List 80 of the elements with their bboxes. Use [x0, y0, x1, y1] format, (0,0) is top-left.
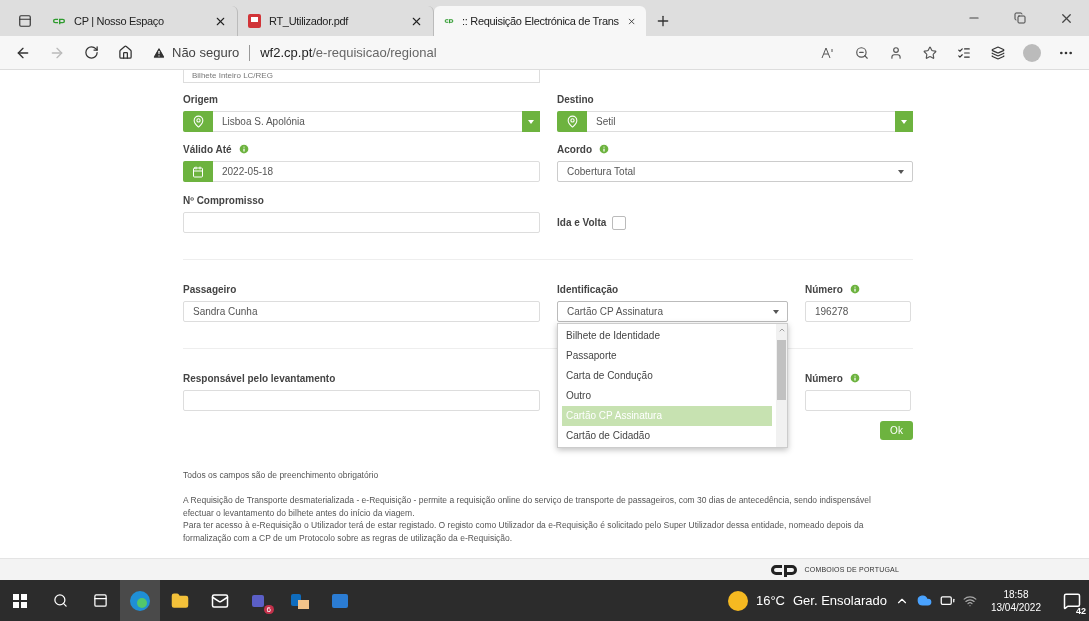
security-label: Não seguro	[172, 45, 240, 60]
info-icon[interactable]	[848, 372, 861, 384]
date-field[interactable]: 2022-05-18	[183, 161, 540, 182]
read-aloud-icon[interactable]	[821, 46, 835, 59]
caret-icon	[898, 169, 904, 174]
dropdown-option[interactable]: Passaporte	[562, 346, 772, 366]
field-label: Número	[805, 372, 843, 384]
person-icon[interactable]	[889, 45, 903, 60]
station-select[interactable]: Lisboa S. Apolónia	[183, 111, 540, 132]
windows-icon[interactable]	[13, 593, 27, 608]
dropdown-option[interactable]: Outro	[562, 386, 772, 406]
input-field[interactable]: 196278	[805, 301, 911, 322]
info-icon[interactable]	[848, 283, 861, 295]
logo-icon	[444, 17, 454, 25]
favorites-icon[interactable]	[957, 45, 971, 60]
caret-icon	[528, 119, 534, 124]
zoom-out-icon[interactable]	[855, 45, 869, 60]
clock[interactable]: 18:58 13/04/2022	[990, 587, 1041, 614]
agreement-select[interactable]: Cobertura Total	[557, 161, 913, 182]
field-label: Passageiro	[183, 283, 237, 295]
mail-icon[interactable]	[211, 591, 229, 610]
url-text: wf2.cp.pt/e-requisicao/regional	[260, 45, 437, 60]
id-type-select[interactable]: Cartão CP Assinatura	[557, 301, 788, 322]
info-icon[interactable]	[598, 143, 610, 155]
cloud-icon[interactable]	[916, 593, 932, 608]
tab-actions-icon[interactable]	[18, 14, 32, 28]
warning-icon	[152, 45, 166, 60]
input-field[interactable]	[805, 390, 911, 411]
map-pin-icon	[565, 115, 579, 128]
notification-badge: 6	[263, 605, 274, 614]
battery-icon[interactable]	[939, 593, 955, 608]
browser-icon[interactable]	[129, 589, 151, 612]
notification-count: 42	[1076, 605, 1086, 616]
word-icon[interactable]	[331, 591, 349, 610]
dropdown-option[interactable]: Cartão de Cidadão	[562, 426, 772, 446]
field-label: Responsável pelo levantamento	[183, 372, 336, 384]
star-icon[interactable]	[923, 45, 937, 60]
field-label: Ida e Volta	[557, 217, 607, 228]
dropdown-option[interactable]: Carta de Condução	[562, 366, 772, 386]
caret-icon	[773, 309, 779, 314]
field-label: Destino	[557, 93, 594, 105]
map-pin-icon	[191, 115, 205, 128]
weather-text[interactable]: Ger. Ensolarado	[793, 593, 887, 608]
notification-icon[interactable]	[1063, 591, 1081, 610]
field-label: Número	[805, 283, 843, 295]
dropdown-option[interactable]: Bilhete de Identidade	[562, 326, 772, 346]
folder-icon[interactable]	[171, 591, 189, 610]
field-label: Válido Até	[183, 143, 232, 155]
checkbox[interactable]	[612, 215, 627, 230]
caret-icon	[901, 119, 907, 124]
input-field[interactable]	[183, 390, 540, 411]
info-paragraph: A Requisição de Transporte desmaterializada - e-Requisição - permite a requisição online do serviço de transporte de passageiros, com 30 dias de antecedência, sendo indispensável efectuar o levantamento do bilhete antes do início da viagem.	[183, 494, 872, 519]
logo-icon	[52, 17, 66, 25]
field-label: Origem	[183, 93, 218, 105]
info-icon[interactable]	[237, 143, 250, 155]
home-icon[interactable]	[117, 45, 133, 60]
scrollbar[interactable]	[776, 324, 787, 447]
field-label: Nº Compromisso	[183, 194, 264, 206]
browser-tab[interactable]: :: Requisição Electrónica de Trans	[434, 6, 646, 36]
input-field[interactable]: Sandra Cunha	[183, 301, 540, 322]
restore-icon[interactable]	[1014, 12, 1026, 24]
task-view-icon[interactable]	[92, 593, 108, 608]
wifi-icon[interactable]	[962, 593, 977, 608]
ticket-field[interactable]: Bilhete Inteiro LC/REG	[183, 70, 540, 83]
new-tab-icon[interactable]	[655, 13, 671, 29]
outlook-icon[interactable]	[290, 591, 310, 610]
pdf-file-icon	[248, 14, 261, 28]
input-field[interactable]	[183, 212, 540, 233]
collections-icon[interactable]	[991, 45, 1005, 60]
weather-icon[interactable]	[727, 590, 748, 611]
logo-icon	[768, 562, 799, 577]
field-label: Acordo	[557, 143, 592, 155]
calendar-icon	[192, 165, 204, 178]
station-select[interactable]: Setil	[557, 111, 913, 132]
refresh-icon[interactable]	[83, 45, 99, 60]
required-note: Todos os campos são de preenchimento obrigatório	[183, 470, 380, 480]
info-paragraph: Para ter acesso à e-Requisição o Utilizador terá de estar registado. O registo como Utilizador da e-Requisição é solicitado pelo Super Utilizador dessa entidade, nomeado depois da formalização com a CP de um Protocolo sobre as regras de utilização da e-Requisição.	[183, 519, 865, 544]
field-label: Identificação	[557, 283, 619, 295]
temperature[interactable]: 16°C	[755, 593, 785, 608]
search-icon[interactable]	[52, 593, 68, 608]
